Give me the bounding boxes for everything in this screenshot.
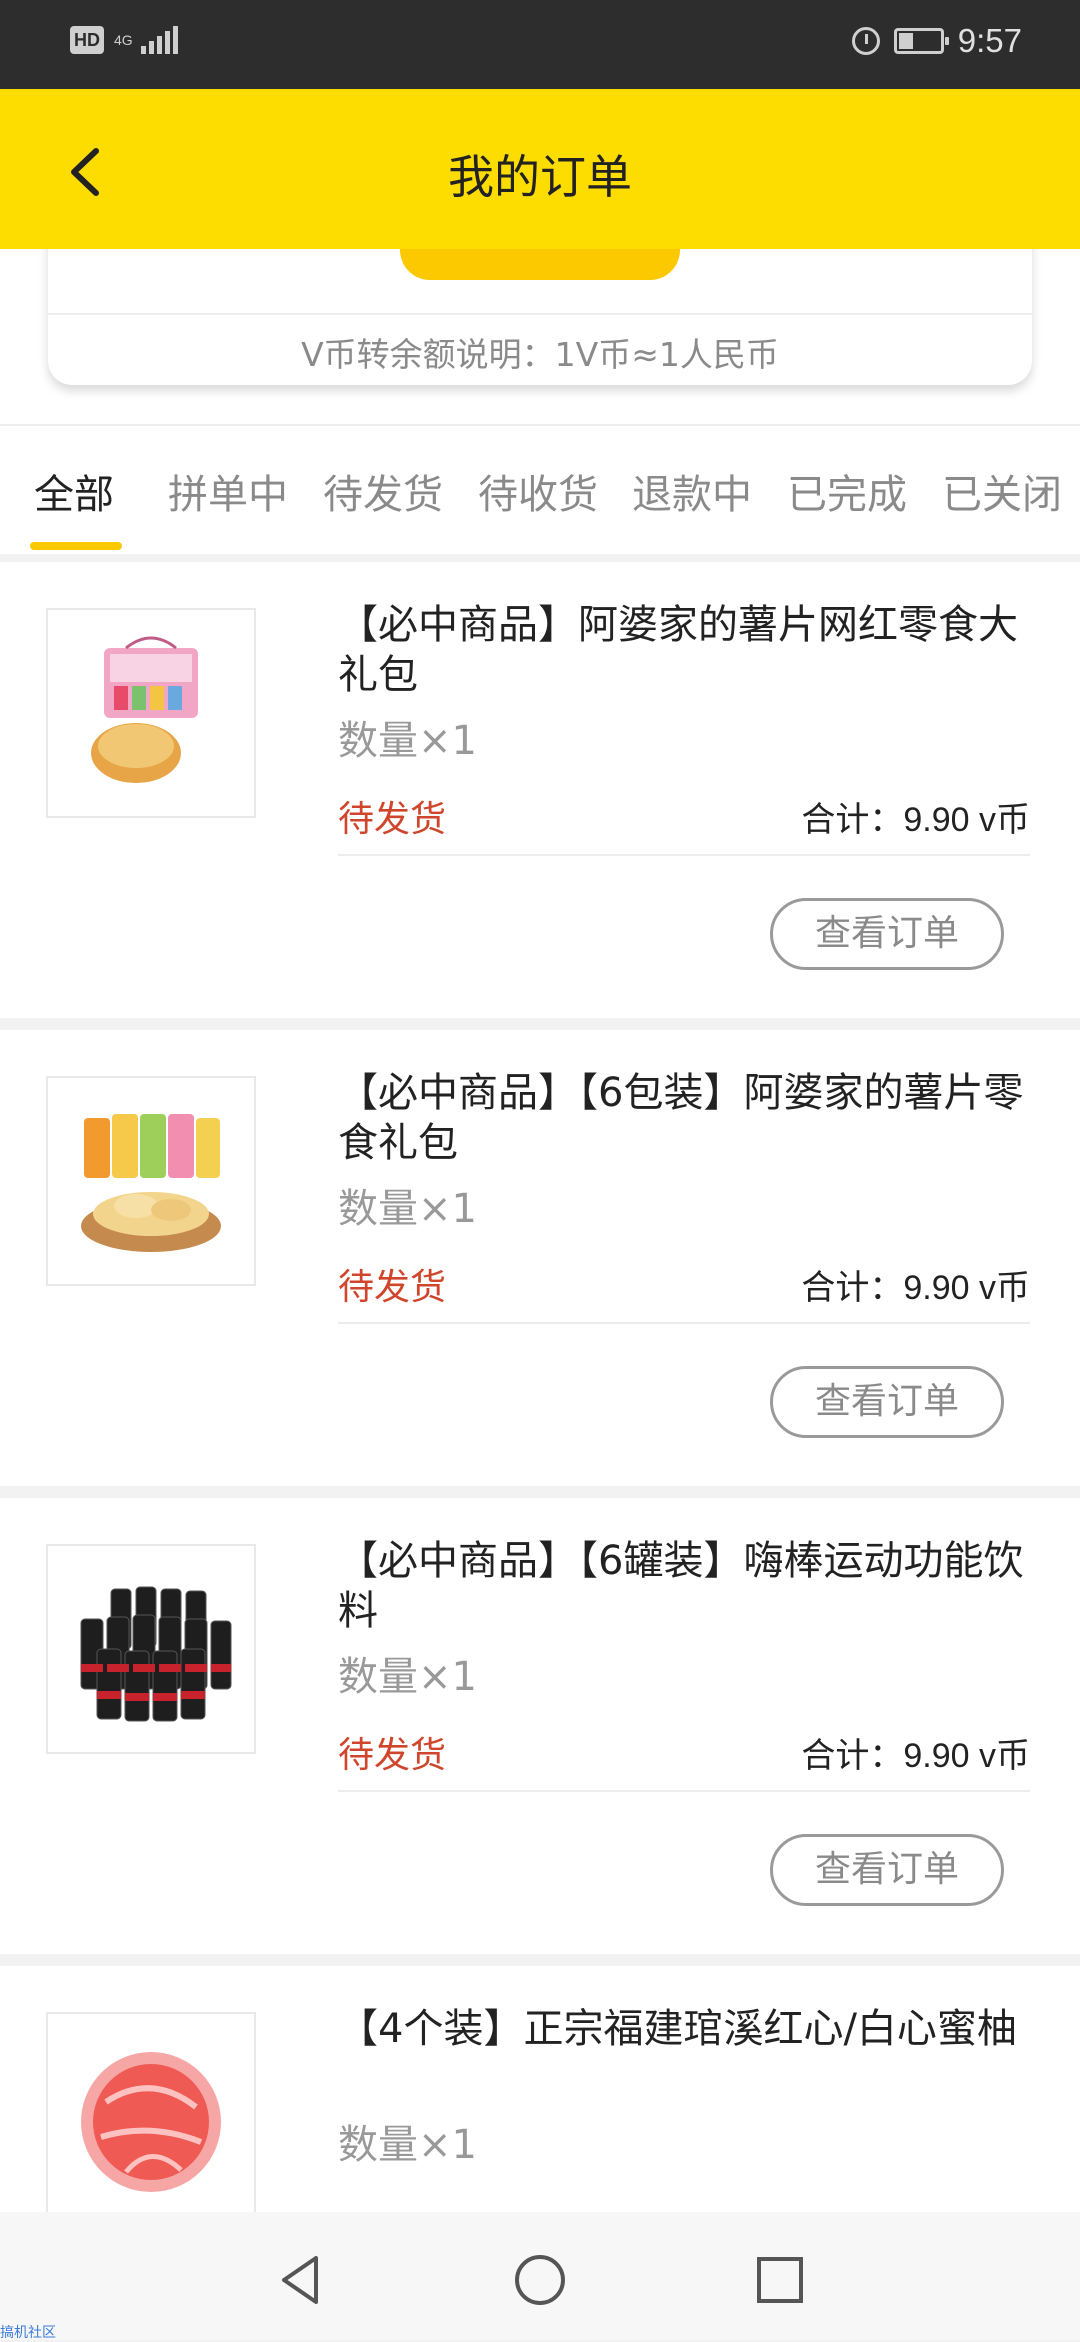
clock: 9:57 [957,22,1022,59]
order-quantity: 数量×1 [338,1186,477,1232]
page-title: 我的订单 [448,150,632,204]
app-header: 我的订单 [0,89,1080,249]
signal-icon [140,26,178,54]
order-total: 合计：9.90 v币 [801,1269,1030,1307]
order-status: 待发货 [338,1735,447,1776]
nav-recent-button[interactable] [750,2250,810,2310]
tab-completed[interactable]: 已完成 [787,462,907,520]
battery-icon [893,28,949,54]
card-divider [48,313,1032,315]
product-image [46,2012,256,2222]
view-order-button[interactable]: 查看订单 [770,1366,1004,1438]
tab-closed[interactable]: 已关闭 [942,462,1062,520]
product-image [46,1076,256,1286]
order-title: 【4个装】正宗福建琯溪红心/白心蜜柚 [338,2006,1017,2052]
tab-to-ship[interactable]: 待发货 [323,462,443,520]
product-image [46,1544,256,1754]
vcoin-note: V币转余额说明：1V币≈1人民币 [301,335,779,374]
system-nav-bar [0,2212,1080,2340]
order-status: 待发货 [338,799,447,840]
status-bar: HD 4G 9:57 [0,0,1080,89]
triangle-back-icon [282,2256,318,2304]
order-tabs: 全部 拼单中 待发货 待收货 退款中 已完成 已关闭 [0,424,1080,554]
order-card[interactable]: 【必中商品】阿婆家的薯片网红零食大礼包 数量×1 待发货 合计：9.90 v币 … [0,562,1080,1018]
battery-fill [898,33,913,49]
square-recent-icon [757,2257,803,2303]
order-divider [338,1790,1030,1792]
order-quantity: 数量×1 [338,1654,477,1700]
order-card[interactable]: 【必中商品】【6包装】阿婆家的薯片零食礼包 数量×1 待发货 合计：9.90 v… [0,1030,1080,1486]
order-card[interactable]: 【必中商品】【6罐装】嗨棒运动功能饮料 数量×1 待发货 合计：9.90 v币 … [0,1498,1080,1954]
tab-refunding[interactable]: 退款中 [632,462,752,520]
view-order-button[interactable]: 查看订单 [770,1834,1004,1906]
order-title: 【必中商品】阿婆家的薯片网红零食大礼包 [338,602,1018,698]
order-quantity: 数量×1 [338,718,477,764]
order-status: 待发货 [338,1267,447,1308]
order-quantity: 数量×1 [338,2122,477,2168]
tab-group-buying[interactable]: 拼单中 [168,462,288,520]
order-divider [338,854,1030,856]
order-divider [338,1322,1030,1324]
nav-back-button[interactable] [272,2250,332,2310]
tab-to-receive[interactable]: 待收货 [478,462,598,520]
circle-home-icon [515,2255,565,2305]
status-left: HD 4G [70,26,178,54]
nav-home-button[interactable] [510,2250,570,2310]
view-order-button[interactable]: 查看订单 [770,898,1004,970]
order-total: 合计：9.90 v币 [801,1737,1030,1775]
network-label: 4G [114,32,133,48]
alarm-icon [851,27,880,55]
watermark: 搞机社区 [0,2325,56,2341]
order-title: 【必中商品】【6包装】阿婆家的薯片零食礼包 [338,1070,1024,1166]
order-total: 合计：9.90 v币 [801,801,1030,839]
tab-indicator [30,542,122,550]
product-image [46,608,256,818]
status-right: 9:57 [851,22,1022,60]
order-title: 【必中商品】【6罐装】嗨棒运动功能饮料 [338,1538,1024,1634]
tab-all[interactable]: 全部 [34,462,114,520]
hd-icon: HD [70,26,104,54]
